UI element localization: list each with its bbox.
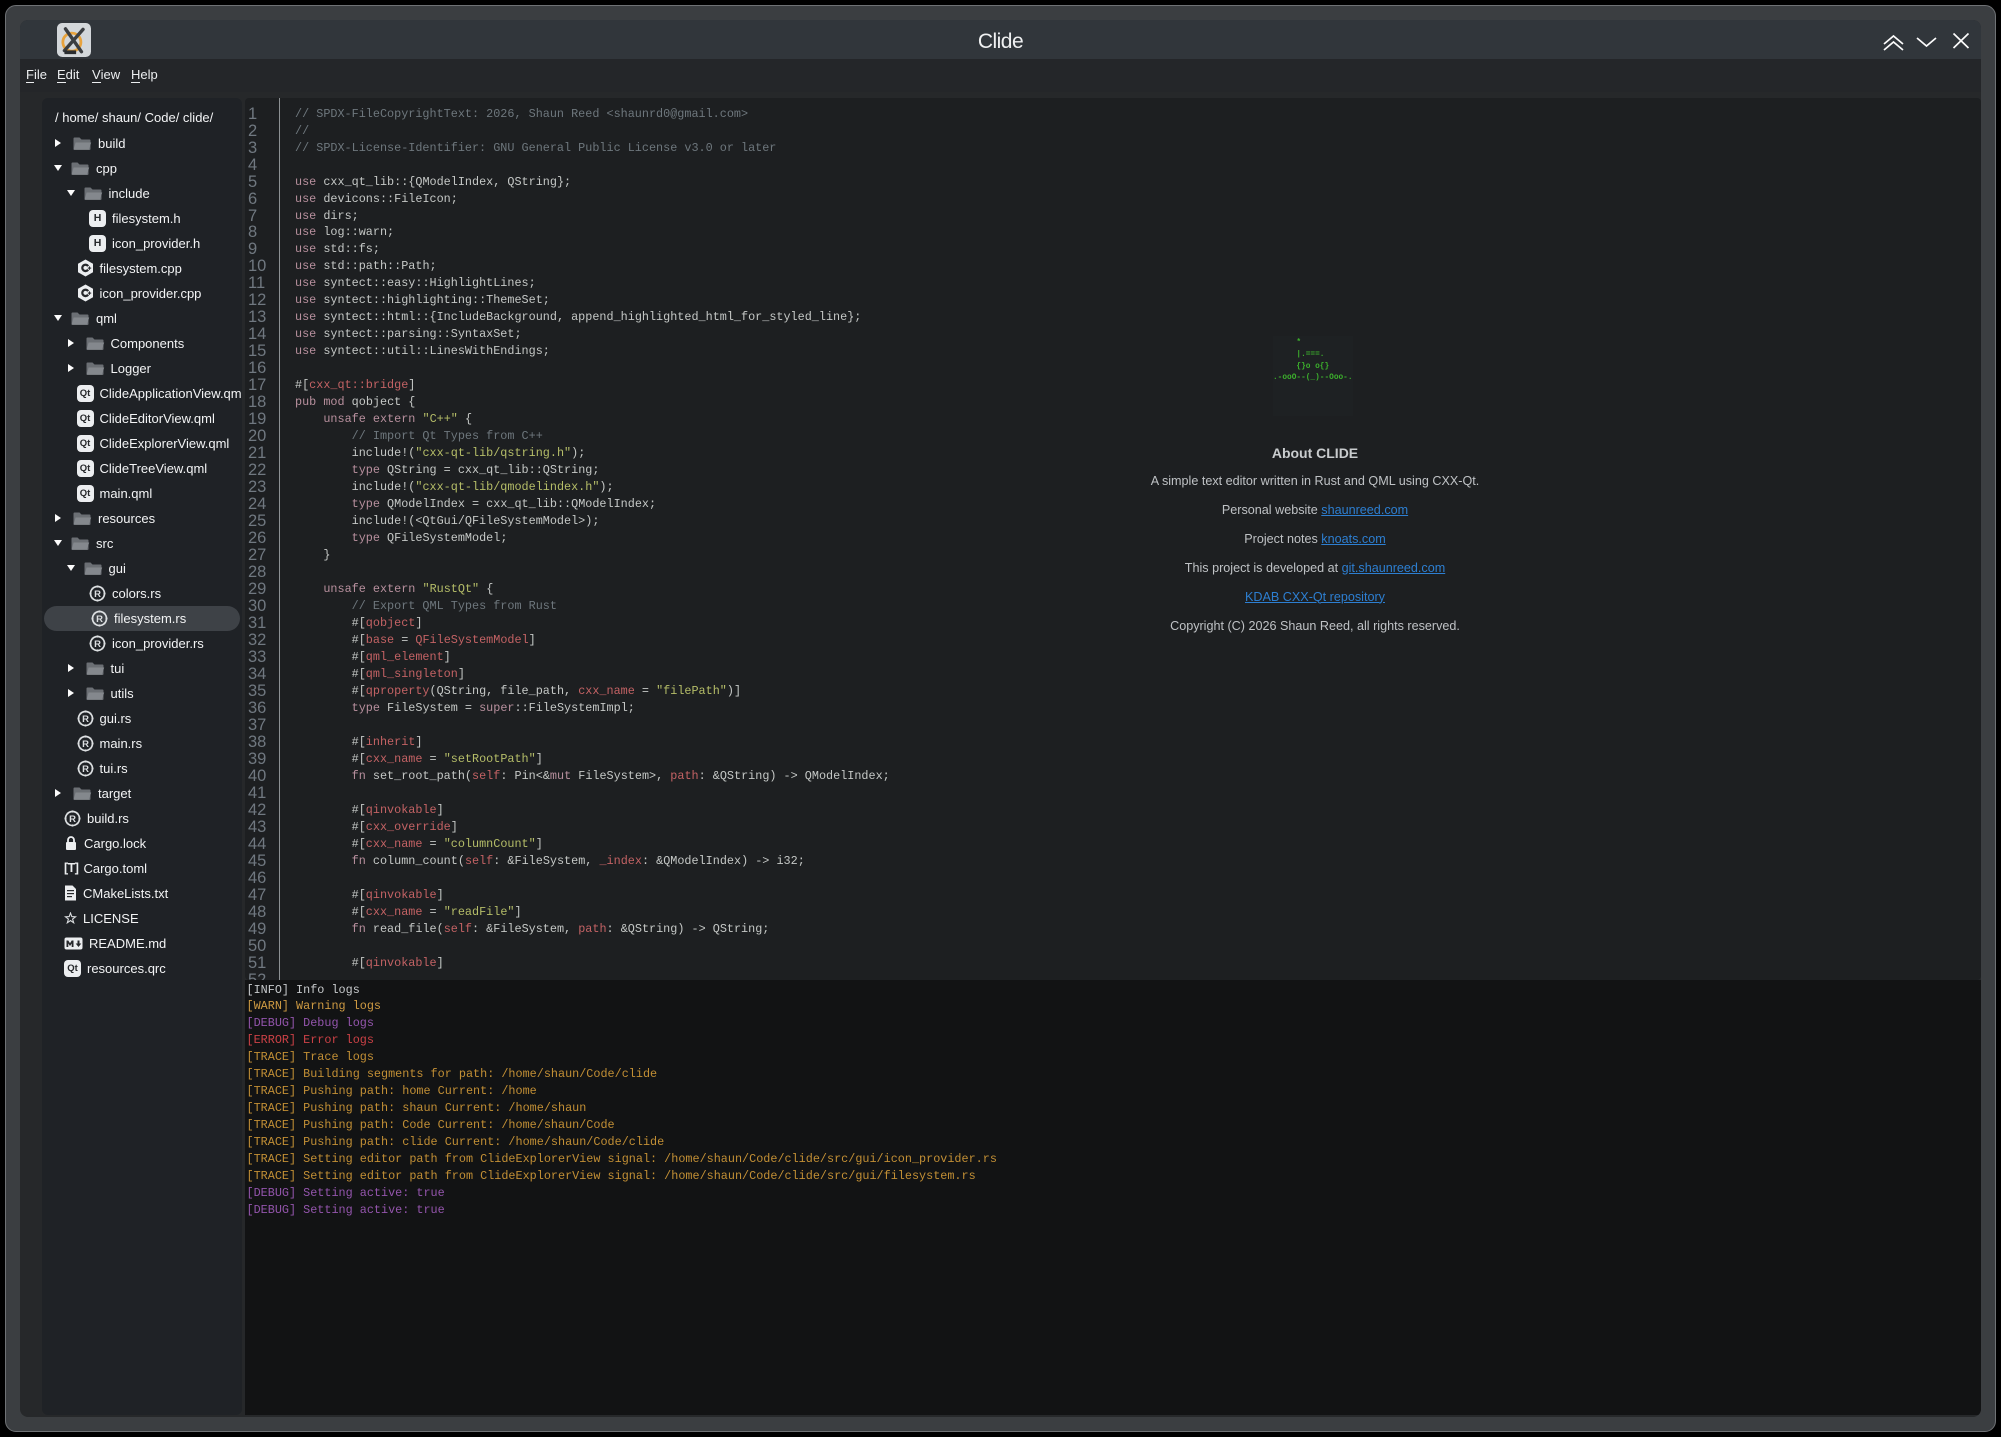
svg-text:R: R <box>82 739 89 750</box>
svg-text:R: R <box>94 639 101 650</box>
svg-text:R: R <box>69 814 76 825</box>
svg-text:R: R <box>94 589 101 600</box>
svg-text:R: R <box>82 764 89 775</box>
svg-text:R: R <box>82 714 89 725</box>
svg-text:R: R <box>96 614 103 625</box>
